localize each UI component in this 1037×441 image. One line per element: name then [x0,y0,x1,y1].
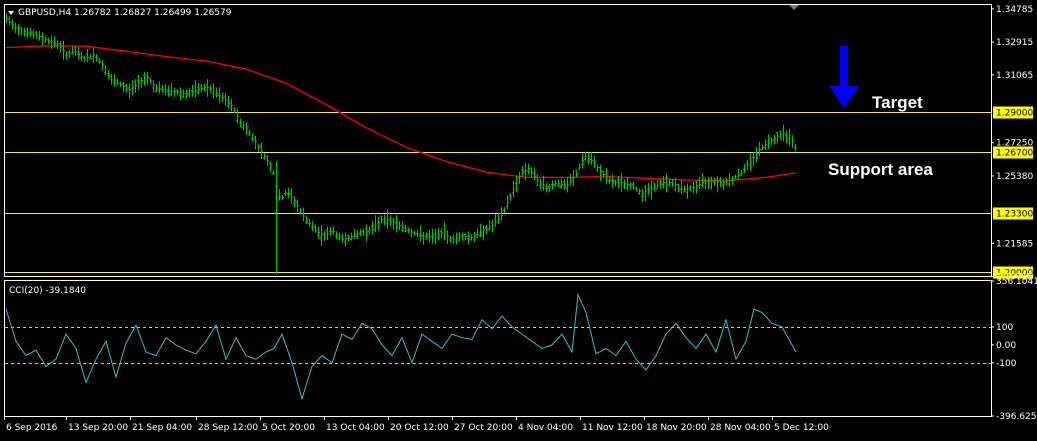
arrow-down-icon [829,46,859,108]
cci-tick-label: 100 [996,323,1013,333]
level-lines [5,112,991,273]
time-tick-label: 4 Nov 04:00 [518,423,573,433]
cci-tick-label: -100 [996,359,1017,369]
cci-tick-label: 0.00 [996,341,1016,351]
moving-average-line [5,45,797,182]
time-tick-label: 11 Nov 12:00 [582,423,643,433]
cci-title: CCI(20) -39.1840 [9,286,86,296]
time-tick-label: 18 Nov 20:00 [646,423,707,433]
price-tick-label: 1.21585 [996,239,1033,249]
price-tick-label: 1.34785 [996,5,1033,15]
cci-tick-label: -396.6259 [996,412,1037,422]
level-badge-label: 1.23300 [996,210,1033,220]
time-tick-label: 6 Sep 2016 [6,423,58,433]
time-tick-label: 28 Sep 12:00 [198,423,258,433]
time-tick-label: 28 Nov 04:00 [710,423,771,433]
time-tick-label: 20 Oct 12:00 [390,423,449,433]
cci-path [5,292,797,401]
time-tick-label: 21 Sep 04:00 [132,423,192,433]
trading-chart[interactable]: 1.290001.267001.233001.200001.347851.329… [0,0,1037,441]
price-tick-label: 1.31065 [996,71,1033,81]
price-panel-frame [4,4,992,277]
symbol-info: GBPUSD,H4 1.26782 1.26827 1.26499 1.2657… [18,8,232,18]
target-label: Target [872,93,923,112]
price-axis: 1.290001.267001.233001.200001.347851.329… [991,5,1033,283]
time-tick-label: 27 Oct 20:00 [454,423,513,433]
price-tick-label: 1.32915 [996,38,1033,48]
time-tick-label: 5 Dec 12:00 [774,423,829,433]
cci-tick-label: 356.1041 [996,277,1037,287]
cci-reference-lines [5,327,991,364]
level-badge-label: 1.29000 [996,109,1033,119]
time-tick-label: 13 Sep 20:00 [68,423,128,433]
cci-line [5,292,797,401]
support-area-label: Support area [828,160,933,179]
time-axis: 6 Sep 2016 13 Sep 20:00 21 Sep 04:00 28 Sep… [4,416,829,433]
cci-axis: 356.1041 100 0.00 -100 -396.6259 [991,277,1037,422]
price-tick-label: 1.25380 [996,172,1033,182]
time-tick-label: 5 Oct 20:00 [262,423,315,433]
price-tick-label: 1.27250 [996,139,1033,149]
moving-average-path [5,45,797,182]
triangle-down-icon[interactable] [8,11,14,15]
price-candles [5,13,797,275]
level-badge-label: 1.26700 [996,149,1033,159]
time-tick-label: 13 Oct 04:00 [326,423,385,433]
scroll-marker-icon[interactable] [789,5,799,10]
cci-panel-frame [4,280,992,417]
